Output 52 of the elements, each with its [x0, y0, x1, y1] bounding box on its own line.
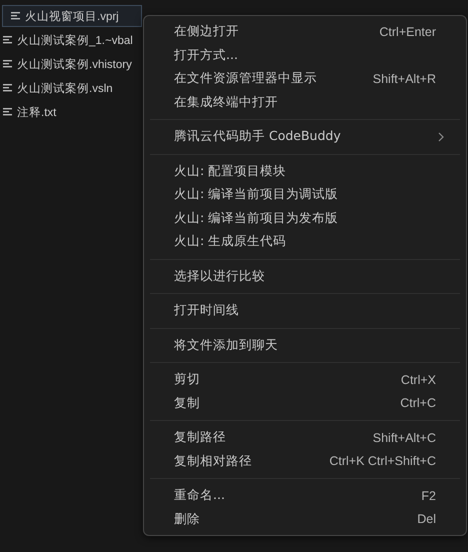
file-lines-icon [11, 11, 21, 21]
shortcut-text: Ctrl+X [400, 372, 436, 387]
menu-item[interactable]: 复制 Ctrl+C [144, 392, 466, 415]
menu-item[interactable]: 重命名... F2 [144, 484, 466, 508]
menu-label: 重命名... [174, 487, 225, 504]
shortcut-text: F2 [421, 488, 436, 503]
file-lines-icon [3, 59, 13, 69]
menu-item[interactable]: 火山: 配置项目模块 [144, 160, 466, 183]
menu-label: 在侧边打开 [174, 23, 239, 40]
file-name: 火山测试案例.vhistory [17, 57, 132, 72]
file-name: 注释.txt [17, 105, 56, 120]
menu-item[interactable]: 复制相对路径 Ctrl+K Ctrl+Shift+C [144, 450, 466, 473]
shortcut-text: Shift+Alt+R [372, 72, 436, 86]
shortcut-text: Del [417, 512, 436, 526]
menu-label: 在文件资源管理器中显示 [174, 70, 317, 88]
file-lines-icon [3, 107, 13, 117]
submenu-item[interactable]: 腾讯云代码助手 CodeBuddy [144, 125, 466, 148]
menu-label: 删除 [174, 510, 200, 528]
menu-label: 复制 [174, 394, 200, 412]
menu-item[interactable]: 火山: 生成原生代码 [144, 230, 466, 254]
chevron-right-icon [438, 132, 444, 142]
menu-item[interactable]: 复制路径 Shift+Alt+C [144, 426, 466, 450]
menu-item[interactable]: 剪切 Ctrl+X [144, 368, 466, 392]
menu-label: 火山: 编译当前项目为发布版 [174, 210, 338, 227]
menu-item[interactable]: 删除 Del [144, 508, 466, 531]
file-name: 火山测试案例_1.~vbal [17, 33, 133, 48]
menu-label: 在集成终端中打开 [174, 94, 278, 111]
menu-label: 打开方式... [174, 46, 238, 64]
file-name: 火山测试案例.vsln [17, 81, 113, 96]
menu-item[interactable]: 火山: 编译当前项目为调试版 [144, 183, 466, 206]
file-name: 火山视窗项目.vprj [25, 9, 119, 24]
menu-label: 火山: 编译当前项目为调试版 [174, 186, 338, 204]
file-lines-icon [3, 83, 13, 93]
shortcut-text: Ctrl+K Ctrl+Shift+C [329, 454, 436, 468]
menu-label: 火山: 生成原生代码 [174, 233, 286, 250]
menu-label: 复制路径 [174, 429, 226, 446]
file-item[interactable]: 火山视窗项目.vprj [2, 5, 142, 27]
menu-item[interactable]: 将文件添加到聊天 [144, 334, 466, 357]
menu-label: 打开时间线 [174, 302, 239, 320]
shortcut-text: Ctrl+Enter [379, 24, 436, 39]
menu-label: 选择以进行比较 [174, 268, 265, 285]
file-lines-icon [3, 35, 13, 45]
menu-item[interactable]: 选择以进行比较 [144, 264, 466, 288]
menu-label: 火山: 配置项目模块 [174, 162, 286, 180]
shortcut-text: Ctrl+C [400, 396, 436, 410]
menu-label: 剪切 [174, 371, 200, 388]
menu-item[interactable]: 打开时间线 [144, 299, 466, 322]
menu-label: 将文件添加到聊天 [174, 336, 278, 354]
menu-label: 复制相对路径 [174, 452, 252, 470]
menu-label: 腾讯云代码助手 CodeBuddy [174, 128, 341, 146]
shortcut-text: Shift+Alt+C [372, 430, 436, 445]
menu-item[interactable]: 火山: 编译当前项目为发布版 [144, 206, 466, 230]
